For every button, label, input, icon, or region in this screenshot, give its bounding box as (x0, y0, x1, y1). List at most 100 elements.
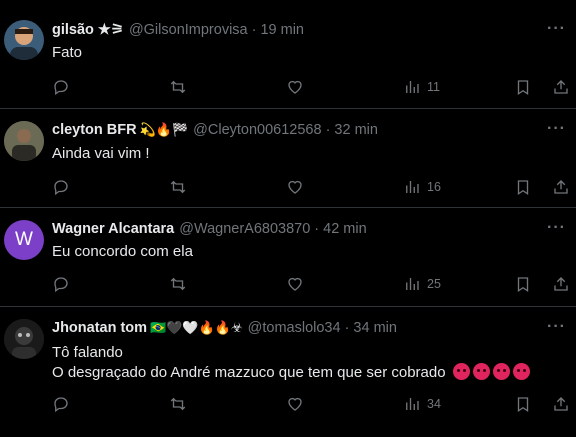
handle[interactable]: @GilsonImprovisa (129, 22, 248, 38)
like-button[interactable] (286, 274, 304, 294)
heart-icon (288, 180, 302, 194)
reply-button[interactable] (52, 77, 70, 97)
more-icon[interactable]: ··· (547, 20, 566, 38)
views-button[interactable]: 11 (403, 77, 440, 97)
action-bar: 16 (52, 177, 576, 197)
share-button[interactable] (552, 77, 570, 97)
handle[interactable]: @WagnerA6803870 (179, 221, 310, 237)
display-name[interactable]: Jhonatan tom (52, 320, 147, 336)
more-icon[interactable]: ··· (547, 318, 566, 336)
separator: · (314, 221, 320, 237)
tweet-3[interactable]: W Wagner Alcantara @WagnerA6803870 · 42 … (0, 208, 576, 307)
bookmark-button[interactable] (514, 274, 532, 294)
name-badges: 🇧🇷🖤🤍🔥🔥☣ (150, 320, 243, 335)
name-badges: 💫🔥🏁 (139, 122, 189, 137)
views-button[interactable]: 16 (403, 177, 441, 197)
avatar-photo-icon (4, 319, 44, 359)
angry-face-icon (452, 363, 470, 380)
tweet-4[interactable]: Jhonatan tom 🇧🇷🖤🤍🔥🔥☣ @tomaslolo34 · 34 m… (0, 307, 576, 437)
retweet-icon (170, 277, 186, 291)
tweet-text-line: O desgraçado do André mazzuco que tem qu… (52, 364, 446, 381)
views-icon (406, 181, 419, 193)
angry-face-icon (492, 363, 510, 380)
handle[interactable]: @Cleyton00612568 (193, 122, 321, 138)
avatar[interactable]: W (4, 220, 44, 260)
display-name[interactable]: gilsão ★⚞ (52, 22, 124, 38)
tweet-text: Fato (52, 43, 82, 63)
retweet-button[interactable] (169, 177, 187, 197)
timestamp[interactable]: 32 min (334, 122, 378, 138)
tweet-header: cleyton BFR 💫🔥🏁 @Cleyton00612568 · 32 mi… (52, 122, 378, 138)
timestamp[interactable]: 42 min (323, 221, 367, 237)
retweet-button[interactable] (169, 394, 187, 414)
retweet-button[interactable] (169, 77, 187, 97)
avatar-photo-icon (10, 27, 38, 60)
bookmark-icon (517, 397, 529, 413)
share-button[interactable] (552, 274, 570, 294)
display-name[interactable]: cleyton BFR (52, 122, 137, 138)
separator: · (325, 122, 331, 138)
separator: · (344, 320, 350, 336)
more-icon[interactable]: ··· (547, 120, 566, 138)
tweet-text-line: Fato (52, 44, 83, 61)
reply-icon (54, 397, 68, 413)
heart-icon (288, 277, 302, 291)
reply-button[interactable] (52, 177, 70, 197)
tweet-1[interactable]: gilsão ★⚞ @GilsonImprovisa · 19 min ··· … (0, 0, 576, 109)
tweet-text-line: Eu concordo com ela (52, 243, 193, 260)
share-button[interactable] (552, 394, 570, 414)
tweet-header: gilsão ★⚞ @GilsonImprovisa · 19 min (52, 22, 304, 38)
avatar-letter: W (15, 229, 33, 250)
views-count: 11 (427, 80, 440, 94)
avatar[interactable] (4, 121, 44, 161)
separator: · (251, 22, 257, 38)
avatar[interactable] (4, 319, 44, 359)
avatar[interactable] (4, 20, 44, 60)
more-icon[interactable]: ··· (547, 219, 566, 237)
like-button[interactable] (286, 394, 304, 414)
retweet-icon (170, 397, 186, 411)
share-icon (554, 80, 568, 94)
timestamp[interactable]: 34 min (353, 320, 397, 336)
reply-icon (54, 180, 68, 196)
reply-button[interactable] (52, 394, 70, 414)
avatar-photo-icon (4, 121, 44, 161)
timestamp[interactable]: 19 min (260, 22, 304, 38)
reply-icon (54, 277, 68, 293)
angry-face-icon (512, 363, 530, 380)
like-button[interactable] (286, 177, 304, 197)
share-icon (554, 277, 568, 291)
retweet-icon (170, 180, 186, 194)
tweet-text-line: Ainda vai vim ! (52, 145, 150, 162)
views-icon (406, 398, 419, 410)
tweet-2[interactable]: cleyton BFR 💫🔥🏁 @Cleyton00612568 · 32 mi… (0, 109, 576, 208)
tweet-header: Wagner Alcantara @WagnerA6803870 · 42 mi… (52, 221, 367, 237)
tweet-text: Eu concordo com ela (52, 242, 193, 262)
share-icon (554, 180, 568, 194)
retweet-button[interactable] (169, 274, 187, 294)
bookmark-button[interactable] (514, 394, 532, 414)
tweet-text-line: Tô falando (52, 344, 123, 361)
bookmark-button[interactable] (514, 77, 532, 97)
bookmark-icon (517, 80, 529, 96)
share-button[interactable] (552, 177, 570, 197)
handle[interactable]: @tomaslolo34 (248, 320, 341, 336)
heart-icon (288, 397, 302, 411)
display-name[interactable]: Wagner Alcantara (52, 221, 174, 237)
heart-icon (288, 80, 302, 94)
action-bar: 11 (52, 77, 576, 97)
retweet-icon (170, 80, 186, 94)
views-button[interactable]: 34 (403, 394, 441, 414)
reply-button[interactable] (52, 274, 70, 294)
like-button[interactable] (286, 77, 304, 97)
tweet-text: Ainda vai vim ! (52, 144, 150, 164)
angry-emojis (450, 363, 530, 383)
reply-icon (54, 80, 68, 96)
tweet-text: Tô falando O desgraçado do André mazzuco… (52, 343, 530, 383)
action-bar: 34 (52, 394, 576, 414)
bookmark-button[interactable] (514, 177, 532, 197)
views-count: 34 (427, 397, 441, 411)
views-button[interactable]: 25 (403, 274, 441, 294)
bookmark-icon (517, 277, 529, 293)
share-icon (554, 397, 568, 411)
